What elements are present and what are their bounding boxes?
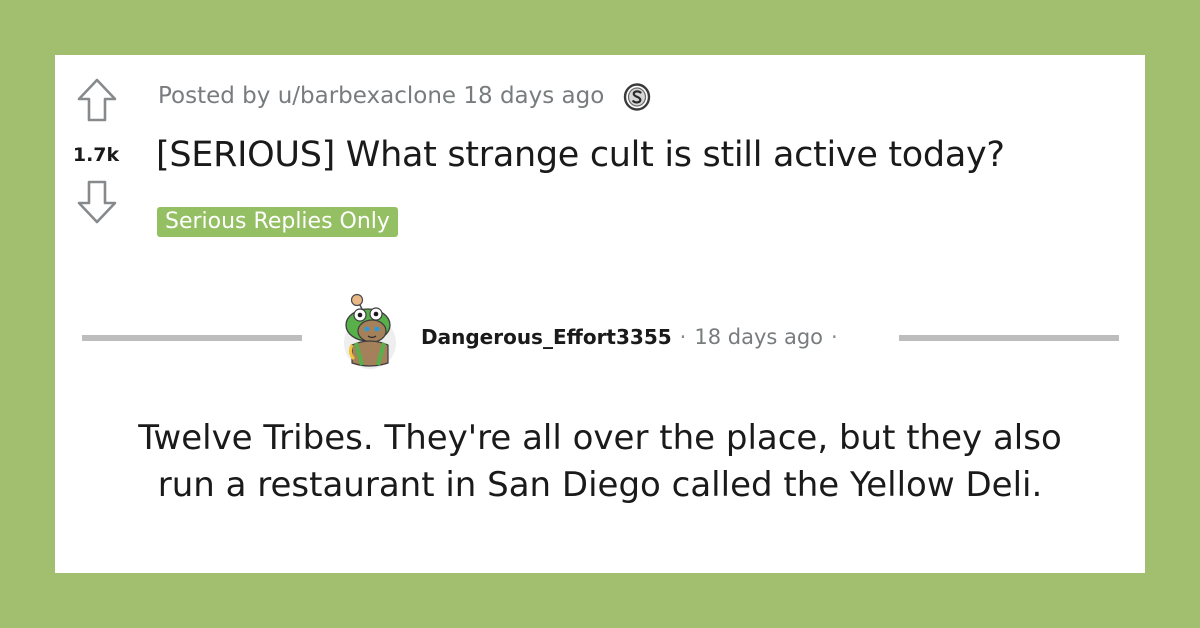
- comment-body: Twelve Tribes. They're all over the plac…: [55, 415, 1145, 509]
- divider-left: [82, 335, 302, 341]
- comment-author[interactable]: Dangerous_Effort3355: [421, 325, 672, 349]
- meta-separator: ·: [831, 325, 838, 349]
- post-meta: Posted by u/barbexaclone 18 days ago: [158, 81, 652, 111]
- comment-body-line: Twelve Tribes. They're all over the plac…: [138, 418, 1062, 458]
- comment-body-line: run a restaurant in San Diego called the…: [157, 465, 1043, 505]
- upvote-arrow-icon[interactable]: [76, 77, 118, 123]
- meta-separator: ·: [679, 325, 687, 349]
- post-title[interactable]: [SERIOUS] What strange cult is still act…: [156, 135, 1005, 175]
- downvote-arrow-icon[interactable]: [76, 179, 118, 225]
- comment-meta: Dangerous_Effort3355 · 18 days ago ·: [421, 325, 846, 349]
- silver-award-icon[interactable]: [622, 81, 652, 111]
- vote-score: 1.7k: [72, 144, 120, 166]
- user-avatar[interactable]: [338, 293, 402, 369]
- posted-by-text[interactable]: Posted by u/barbexaclone 18 days ago: [158, 83, 604, 109]
- post-card: 1.7k Posted by u/barbexaclone 18 days ag…: [55, 55, 1145, 573]
- post-flair-badge[interactable]: Serious Replies Only: [157, 207, 398, 237]
- comment-timestamp[interactable]: 18 days ago: [694, 325, 823, 349]
- divider-right: [899, 335, 1119, 341]
